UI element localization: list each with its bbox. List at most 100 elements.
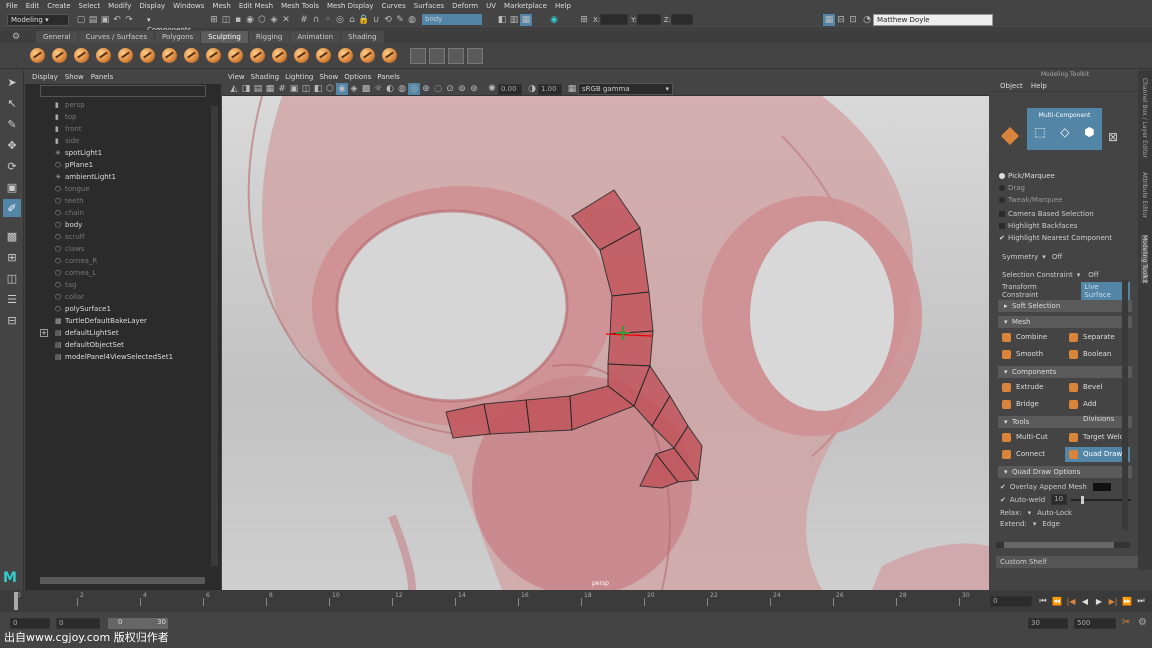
- scale-tool-icon[interactable]: ▣: [3, 178, 21, 196]
- outliner-item[interactable]: ⬡ chain: [25, 207, 221, 219]
- components-header[interactable]: ▾ Components: [998, 366, 1132, 378]
- layout2-icon[interactable]: ⊡: [847, 14, 859, 26]
- transform-field-icon[interactable]: ⊞: [578, 14, 590, 26]
- repeat-brush-icon[interactable]: [206, 48, 221, 63]
- wax-brush-icon[interactable]: [250, 48, 265, 63]
- bridge-button[interactable]: Bridge: [998, 397, 1063, 412]
- gate-mask-icon[interactable]: ◧: [312, 83, 324, 95]
- soft-selection-header[interactable]: ▸ Soft Selection: [998, 300, 1132, 312]
- range-start-field[interactable]: 0: [56, 618, 100, 629]
- bookmark-icon[interactable]: ▤: [252, 83, 264, 95]
- outliner-item[interactable]: ▮ persp: [25, 99, 221, 111]
- quad-draw-button[interactable]: Quad Draw: [1065, 447, 1130, 462]
- fill-brush-icon[interactable]: [294, 48, 309, 63]
- face-mask-icon[interactable]: ◈: [268, 14, 280, 26]
- play-forward-icon[interactable]: ▶: [1094, 596, 1104, 606]
- menu-edit[interactable]: Edit: [26, 2, 40, 10]
- outliner-item[interactable]: ▤ modelPanel4ViewSelectedSet1: [25, 351, 221, 363]
- vp-menu-lighting[interactable]: Lighting: [285, 73, 313, 81]
- outliner-item[interactable]: ▮ top: [25, 111, 221, 123]
- dof-icon[interactable]: ⊚: [456, 83, 468, 95]
- toolkit-h-scrollbar[interactable]: [996, 542, 1130, 548]
- outliner-item[interactable]: ☀ ambientLight1: [25, 171, 221, 183]
- uv-mask-icon[interactable]: ✕: [280, 14, 292, 26]
- outliner-item[interactable]: ⬡ pPlane1: [25, 159, 221, 171]
- select-mode-dropdown[interactable]: ▾ Components: [143, 13, 198, 34]
- toolkit-menu-help[interactable]: Help: [1031, 82, 1047, 90]
- vp-menu-options[interactable]: Options: [344, 73, 371, 81]
- layout-icon[interactable]: ⊟: [835, 14, 847, 26]
- combine-button[interactable]: Combine: [998, 330, 1063, 345]
- render-view-icon[interactable]: ◉: [548, 14, 560, 26]
- edge-mode-icon[interactable]: ◇: [1060, 125, 1069, 139]
- menu-marketplace[interactable]: Marketplace: [504, 2, 547, 10]
- selection-constraint-value[interactable]: Off: [1088, 271, 1098, 279]
- step-forward-frame-icon[interactable]: ▶|: [1108, 596, 1118, 606]
- menu-file[interactable]: File: [6, 2, 18, 10]
- color-management-icon[interactable]: ▦: [566, 83, 578, 95]
- two-view-icon[interactable]: ◫: [3, 269, 21, 287]
- amplify-brush-icon[interactable]: [382, 48, 397, 63]
- single-view-icon[interactable]: ▩: [3, 227, 21, 245]
- outliner-menu-display[interactable]: Display: [32, 73, 58, 81]
- anim-prefs-icon[interactable]: ⚙: [1138, 617, 1147, 628]
- lock-icon[interactable]: 🔒: [358, 14, 370, 26]
- menu-uv[interactable]: UV: [486, 2, 496, 10]
- snap-grid-icon[interactable]: #: [298, 14, 310, 26]
- outliner-item[interactable]: ▤ defaultObjectSet: [25, 339, 221, 351]
- exposure-field[interactable]: 0.00: [498, 83, 522, 95]
- smooth-brush-icon[interactable]: [52, 48, 67, 63]
- spray-brush-icon[interactable]: [184, 48, 199, 63]
- target-weld-button[interactable]: Target Weld: [1065, 430, 1130, 445]
- toolkit-menu-object[interactable]: Object: [1000, 82, 1023, 90]
- relax-brush-icon[interactable]: [74, 48, 89, 63]
- menu-surfaces[interactable]: Surfaces: [414, 2, 444, 10]
- channel-box-tab[interactable]: Channel Box / Layer Editor: [1141, 78, 1148, 158]
- pick-option-drag[interactable]: Drag: [996, 182, 1130, 194]
- vp-menu-show[interactable]: Show: [319, 73, 338, 81]
- rotate-tool-icon[interactable]: ⟳: [3, 157, 21, 175]
- grid-icon[interactable]: #: [276, 83, 288, 95]
- workspace-layout-icon[interactable]: ▦: [823, 13, 836, 26]
- gamma-field[interactable]: 1.00: [538, 83, 562, 95]
- paint-select-icon[interactable]: ✎: [3, 115, 21, 133]
- pinch-brush-icon[interactable]: [118, 48, 133, 63]
- outliner-view-icon[interactable]: ☰: [3, 290, 21, 308]
- menu-help[interactable]: Help: [555, 2, 571, 10]
- outliner-item[interactable]: ⬡ collar: [25, 291, 221, 303]
- save-scene-icon[interactable]: ▣: [99, 14, 111, 26]
- color-space-dropdown[interactable]: sRGB gamma ▾: [578, 83, 673, 95]
- connect-button[interactable]: Connect: [998, 447, 1063, 462]
- separate-button[interactable]: Separate: [1065, 330, 1130, 345]
- menu-modify[interactable]: Modify: [108, 2, 131, 10]
- outliner-menu-panels[interactable]: Panels: [91, 73, 114, 81]
- outliner-item[interactable]: ⬡ tag: [25, 279, 221, 291]
- isolate-select-icon[interactable]: ◌: [432, 83, 444, 95]
- menu-deform[interactable]: Deform: [452, 2, 478, 10]
- workspace-dropdown[interactable]: Modeling ▾: [7, 13, 69, 26]
- imprint-brush-icon[interactable]: [228, 48, 243, 63]
- magnet-icon[interactable]: ∪: [370, 14, 382, 26]
- outliner-item[interactable]: + ▤ defaultLightSet: [25, 327, 221, 339]
- knife-brush-icon[interactable]: [316, 48, 331, 63]
- outliner-item[interactable]: ⬡ polySurface1: [25, 303, 221, 315]
- bevel-button[interactable]: Bevel: [1065, 380, 1130, 395]
- shelf-tab-curves-surfaces[interactable]: Curves / Surfaces: [78, 30, 155, 43]
- menu-select[interactable]: Select: [79, 2, 101, 10]
- wireframe-icon[interactable]: ⬡: [324, 83, 336, 95]
- xray-icon[interactable]: ◎: [408, 83, 420, 95]
- goto-end-icon[interactable]: ⏭: [1136, 596, 1146, 606]
- foamy-brush-icon[interactable]: [162, 48, 177, 63]
- relax-value[interactable]: Auto-Lock: [1037, 509, 1072, 517]
- invert-icon[interactable]: [467, 47, 483, 64]
- mesh-header[interactable]: ▾ Mesh: [998, 316, 1132, 328]
- gamma-icon[interactable]: ◑: [526, 83, 538, 95]
- motion-blur-icon[interactable]: ⊛: [468, 83, 480, 95]
- end-frame-field[interactable]: 30: [1028, 618, 1068, 629]
- outliner-item[interactable]: ⬡ teeth: [25, 195, 221, 207]
- vertex-mask-icon[interactable]: ◉: [244, 14, 256, 26]
- extend-value[interactable]: Edge: [1042, 520, 1060, 528]
- outliner-item[interactable]: ⬡ cornea_L: [25, 267, 221, 279]
- open-scene-icon[interactable]: ▤: [87, 14, 99, 26]
- multi-component-button[interactable]: Multi-Component ⬚ ◇ ⬢: [1027, 108, 1102, 150]
